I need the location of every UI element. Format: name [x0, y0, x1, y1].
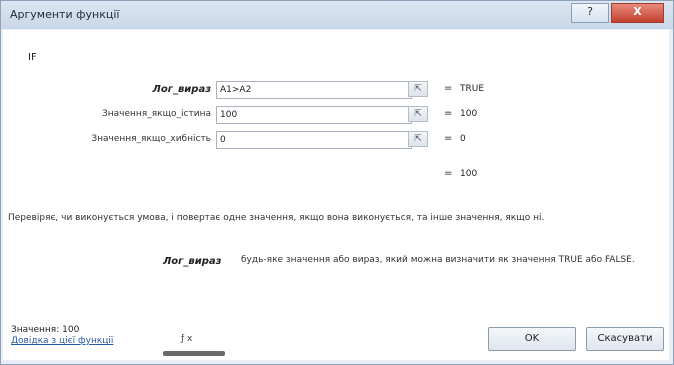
close-window-button[interactable]: X — [611, 3, 664, 23]
scroll-label: ƒ x — [181, 334, 193, 344]
argument-detail-text: будь-яке значення або вираз, який можна … — [241, 255, 635, 265]
formula-value-label: Значення: — [11, 325, 60, 335]
arg-label-logical-test: Лог_вираз — [152, 84, 211, 95]
function-description: Перевіряє, чи виконується умова, і повер… — [8, 213, 545, 223]
collapse-dialog-icon[interactable]: ⇱ — [408, 131, 428, 147]
arg-input-logical-test[interactable]: A1>A2 — [216, 81, 412, 99]
arg-equals-sign: = — [444, 133, 453, 144]
total-equals-sign: = — [444, 168, 453, 179]
arg-equals-sign: = — [444, 108, 453, 119]
formula-value: 100 — [62, 325, 80, 335]
formula-result: 100 — [460, 169, 478, 179]
collapse-dialog-icon[interactable]: ⇱ — [408, 106, 428, 122]
formula-value-line: Значення: 100 — [11, 325, 79, 335]
dialog-title: Аргументи функції — [10, 8, 120, 21]
arg-input-value-if-false[interactable]: 0 — [216, 131, 412, 149]
arg-equals-sign: = — [444, 83, 453, 94]
cancel-button[interactable]: Скасувати — [586, 327, 664, 351]
arg-input-value-if-true[interactable]: 100 — [216, 106, 412, 124]
function-arguments-dialog: Аргументи функції ? X IF Лог_вираз A1>A2… — [0, 0, 674, 365]
ok-button[interactable]: OK — [488, 327, 576, 351]
function-name: IF — [28, 52, 37, 63]
collapse-dialog-icon[interactable]: ⇱ — [408, 81, 428, 97]
argument-detail-name: Лог_вираз — [163, 256, 222, 267]
function-help-link[interactable]: Довідка з цієї функції — [11, 336, 113, 346]
scrollbar-thumb[interactable] — [163, 351, 225, 356]
title-bar[interactable]: Аргументи функції ? X — [1, 1, 673, 29]
help-window-button[interactable]: ? — [571, 3, 609, 23]
dialog-content: IF Лог_вираз A1>A2 ⇱ = TRUE Значення_якщ… — [3, 30, 669, 360]
arg-label-value-if-true: Значення_якщо_істина — [102, 109, 211, 119]
arg-result-value-if-false: 0 — [460, 134, 466, 144]
arg-result-logical-test: TRUE — [460, 84, 485, 94]
arg-result-value-if-true: 100 — [460, 109, 478, 119]
arg-label-value-if-false: Значення_якщо_хибність — [91, 134, 211, 144]
